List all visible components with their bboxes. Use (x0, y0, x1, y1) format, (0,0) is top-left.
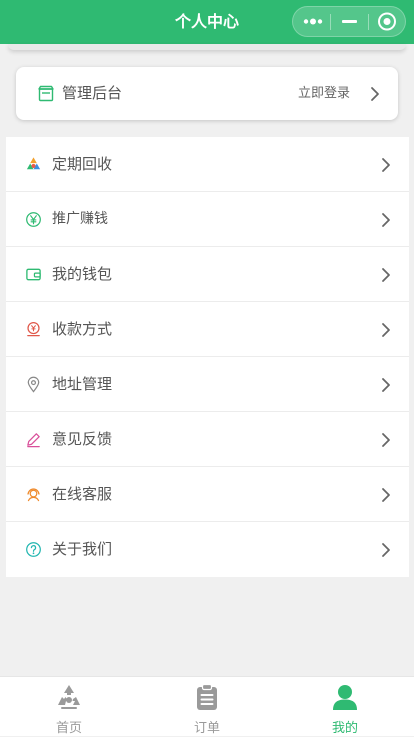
store-icon (38, 85, 54, 102)
menu-item-feedback[interactable]: 意见反馈 (6, 412, 409, 467)
chevron-right-icon (382, 433, 390, 447)
headset-icon (27, 488, 40, 502)
menu-item-payment-method[interactable]: 收款方式 (6, 302, 409, 357)
mini-program-capsule (292, 6, 406, 37)
menu-item-label: 关于我们 (52, 540, 113, 558)
yen-icon (26, 212, 41, 227)
menu-item-label: 推广赚钱 (52, 211, 108, 227)
location-icon (27, 376, 40, 393)
recycle-icon (58, 685, 80, 709)
chevron-right-icon (382, 213, 390, 227)
menu-item-customer-service[interactable]: 在线客服 (6, 467, 409, 522)
wallet-icon (26, 268, 41, 281)
chevron-right-icon (382, 323, 390, 337)
payment-icon (27, 321, 40, 337)
chevron-right-icon (382, 158, 390, 172)
menu-item-label: 在线客服 (52, 485, 113, 503)
question-icon (26, 542, 41, 557)
chevron-right-icon (382, 378, 390, 392)
admin-entry-card[interactable]: 管理后台 立即登录 (16, 67, 398, 120)
minimize-icon (342, 20, 357, 23)
menu-item-wallet[interactable]: 我的钱包 (6, 247, 409, 302)
top-navigation-bar: 个人中心 (0, 0, 414, 44)
menu-item-label: 定期回收 (52, 155, 113, 173)
close-target-icon (378, 12, 396, 31)
menu-item-address[interactable]: 地址管理 (6, 357, 409, 412)
admin-label: 管理后台 (62, 84, 123, 102)
menu-item-label: 意见反馈 (52, 430, 113, 448)
login-link[interactable]: 立即登录 (298, 67, 350, 120)
more-dots-icon (303, 18, 323, 25)
tab-label: 首页 (55, 721, 82, 736)
menu-list: 定期回收 推广赚钱 我的钱包 收款方式 地址管理 意见反馈 在线客服 关于我们 (6, 137, 409, 577)
chevron-right-icon (382, 488, 390, 502)
close-button[interactable] (369, 7, 406, 36)
menu-item-about-us[interactable]: 关于我们 (6, 522, 409, 577)
user-icon (333, 685, 357, 710)
menu-item-label: 收款方式 (52, 320, 113, 338)
pencil-icon (27, 433, 40, 448)
tab-label: 我的 (331, 721, 358, 736)
chevron-right-icon (371, 87, 379, 101)
header-shadow (8, 44, 406, 50)
clipboard-icon (197, 683, 217, 710)
menu-item-promotion[interactable]: 推广赚钱 (6, 192, 409, 247)
tab-home[interactable]: 首页 (0, 677, 138, 737)
more-button[interactable] (293, 7, 330, 36)
chevron-right-icon (382, 268, 390, 282)
tab-label: 订单 (193, 721, 220, 736)
tab-orders[interactable]: 订单 (138, 677, 276, 737)
recycle-icon (26, 157, 41, 170)
minimize-button[interactable] (331, 7, 368, 36)
menu-item-label: 我的钱包 (52, 265, 113, 283)
tab-mine[interactable]: 我的 (276, 677, 414, 737)
menu-item-label: 地址管理 (52, 375, 113, 393)
chevron-right-icon (382, 543, 390, 557)
menu-item-regular-recycle[interactable]: 定期回收 (6, 137, 409, 192)
bottom-tab-bar: 首页 订单 我的 (0, 676, 414, 736)
